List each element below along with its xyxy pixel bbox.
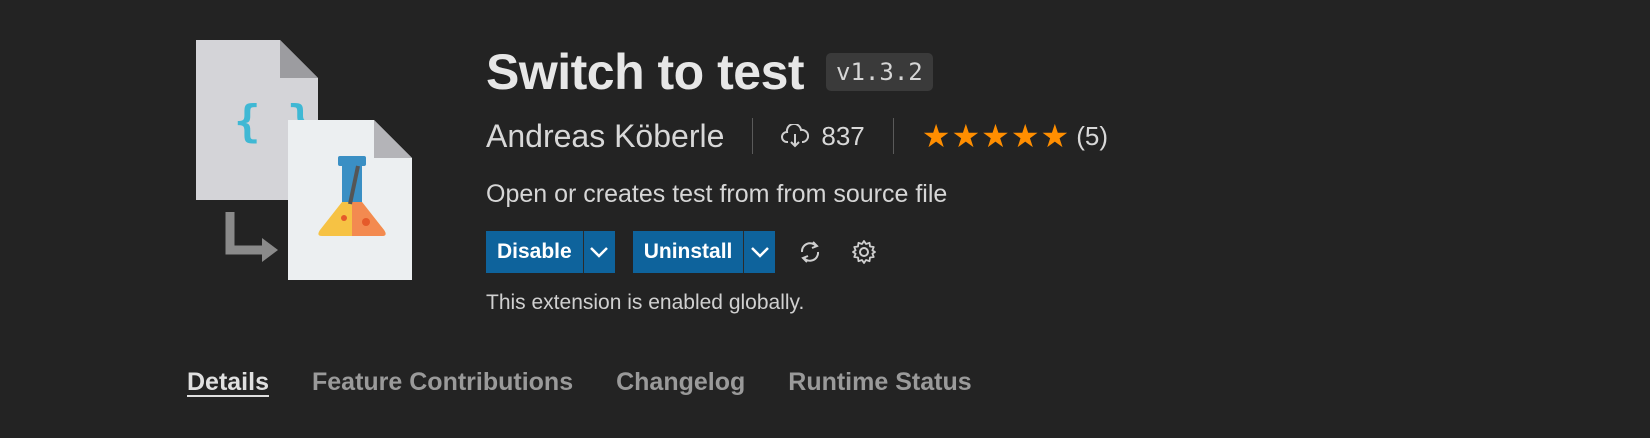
sync-icon [801,241,820,263]
extension-title: Switch to test [486,44,805,100]
rating-count: (5) [1076,120,1108,151]
extension-description: Open or creates test from from source fi… [486,180,948,208]
gear-icon [852,240,877,264]
test-flask-icon [288,120,412,280]
settings-button[interactable] [847,235,881,269]
disable-button[interactable]: Disable [486,231,583,273]
version-badge: v1.3.2 [826,53,933,91]
disable-dropdown-button[interactable] [582,231,615,273]
star-icon: ★ [951,118,981,154]
publisher-name[interactable]: Andreas Köberle [486,118,724,155]
chevron-down-icon [751,247,769,258]
rating[interactable]: ★ ★ ★ ★ ★ (5) [922,120,1108,152]
action-bar: Disable Uninstall [486,231,1108,273]
extension-icon: { } [196,40,432,300]
star-icon: ★ [1040,118,1070,154]
enabled-status: This extension is enabled globally. [486,291,805,314]
tab-changelog[interactable]: Changelog [616,368,745,397]
download-cloud-icon [781,124,810,148]
tab-details[interactable]: Details [187,368,269,397]
star-icon: ★ [921,118,951,154]
chevron-down-icon [590,247,609,258]
divider [752,118,754,154]
tab-runtime-status[interactable]: Runtime Status [788,368,971,397]
title-row: Switch to test v1.3.2 [486,40,1108,104]
install-count: 837 [781,120,865,152]
arrow-icon [225,212,278,262]
uninstall-button-group: Uninstall [632,231,776,273]
extension-header: Switch to test v1.3.2 Andreas Köberle 83… [486,40,1108,315]
tab-feature-contributions[interactable]: Feature Contributions [312,368,573,397]
detail-tabs: Details Feature Contributions Changelog … [187,368,1015,397]
install-count-value: 837 [821,120,865,151]
uninstall-dropdown-button[interactable] [743,231,776,273]
sync-button[interactable] [793,235,827,269]
star-icon: ★ [981,118,1010,154]
divider [892,118,894,154]
uninstall-button[interactable]: Uninstall [632,231,744,273]
star-icon: ★ [1010,118,1040,154]
disable-button-group: Disable [486,231,615,273]
meta-row: Andreas Köberle 837 ★ ★ ★ ★ ★ (5) [486,108,1108,164]
